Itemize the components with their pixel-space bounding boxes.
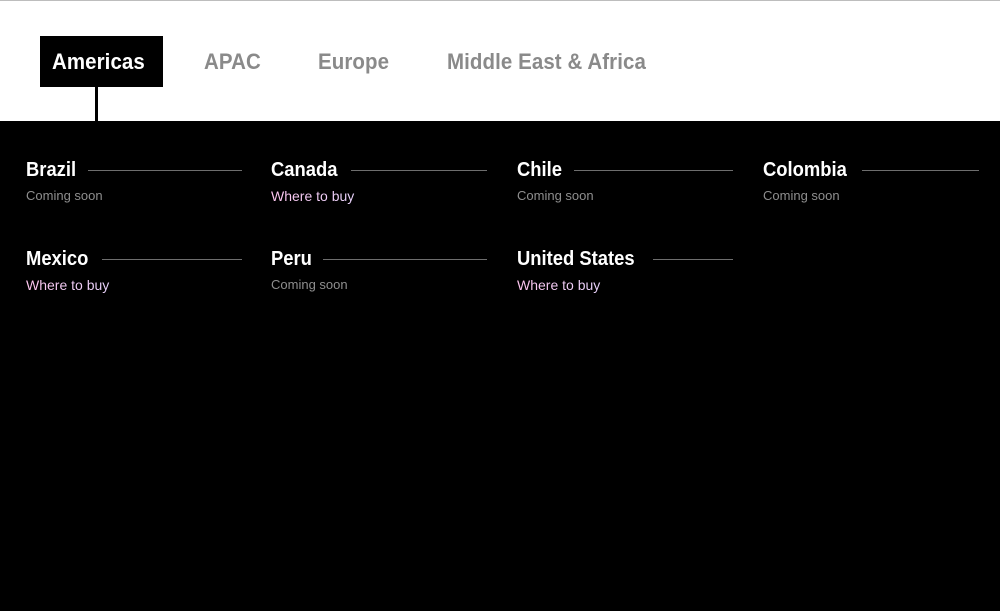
status-text: Coming soon [517, 188, 594, 203]
country-name: Colombia [763, 158, 847, 181]
country-peru: Peru Coming soon [271, 247, 487, 292]
country-heading: Colombia [763, 158, 979, 182]
divider-line [88, 169, 242, 171]
country-heading: Mexico [26, 247, 242, 271]
country-name: United States [517, 247, 635, 270]
country-heading: Chile [517, 158, 733, 182]
country-name: Mexico [26, 247, 89, 270]
country-chile: Chile Coming soon [517, 158, 733, 203]
country-canada: Canada Where to buy [271, 158, 487, 204]
country-heading: Canada [271, 158, 487, 182]
country-name: Chile [517, 158, 562, 181]
tab-apac[interactable]: APAC [204, 36, 261, 87]
status-text: Coming soon [271, 277, 348, 292]
country-colombia: Colombia Coming soon [763, 158, 979, 203]
country-mexico: Mexico Where to buy [26, 247, 242, 293]
tab-americas[interactable]: Americas [40, 36, 163, 87]
region-tab-bar: Americas APAC Europe Middle East & Afric… [0, 0, 1000, 122]
country-heading: United States [517, 247, 733, 271]
divider-line [101, 258, 242, 260]
country-name: Brazil [26, 158, 77, 181]
divider-line [652, 258, 733, 260]
where-to-buy-link[interactable]: Where to buy [271, 188, 487, 204]
region-tabs: Americas APAC Europe Middle East & Afric… [40, 36, 714, 87]
divider-line [351, 169, 487, 171]
country-heading: Peru [271, 247, 487, 271]
country-united-states: United States Where to buy [517, 247, 733, 293]
divider-line [862, 169, 979, 171]
status-text: Coming soon [26, 188, 103, 203]
divider-line [323, 258, 487, 260]
country-name: Peru [271, 247, 312, 270]
divider-line [573, 169, 733, 171]
active-tab-indicator [95, 87, 98, 122]
where-to-buy-link[interactable]: Where to buy [517, 277, 733, 293]
country-brazil: Brazil Coming soon [26, 158, 242, 203]
country-name: Canada [271, 158, 338, 181]
where-to-buy-link[interactable]: Where to buy [26, 277, 242, 293]
tab-middle-east-africa[interactable]: Middle East & Africa [447, 36, 646, 87]
status-text: Coming soon [763, 188, 840, 203]
tab-americas-label: Americas [52, 48, 145, 74]
tab-europe[interactable]: Europe [318, 36, 389, 87]
country-heading: Brazil [26, 158, 242, 182]
